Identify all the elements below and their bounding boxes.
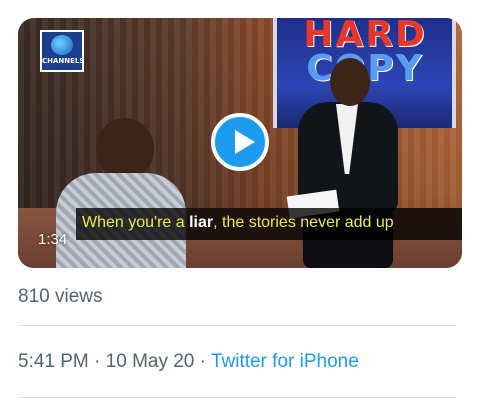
play-button[interactable] xyxy=(211,113,269,171)
meta-separator: · xyxy=(88,351,106,372)
video-duration: 1:34 xyxy=(38,231,68,248)
video-player[interactable]: HARD COPY CHANNELS When you're a liar, t… xyxy=(18,18,462,268)
caption-after: , the stories never add up xyxy=(213,214,394,231)
tweet-date[interactable]: 10 May 20 xyxy=(106,351,195,372)
caption-emphasis: liar xyxy=(189,214,214,231)
view-count: 810 views xyxy=(18,286,103,307)
tweet-time[interactable]: 5:41 PM xyxy=(18,351,89,372)
meta-separator: · xyxy=(194,351,211,372)
divider xyxy=(18,325,456,326)
divider xyxy=(18,397,456,398)
tweet-meta: 5:41 PM · 10 May 20 · Twitter for iPhone xyxy=(18,351,359,373)
channel-name: CHANNELS xyxy=(42,57,85,65)
guest-head xyxy=(96,118,154,180)
play-icon xyxy=(235,130,255,154)
caption-before: When you're a xyxy=(82,214,190,231)
host-head xyxy=(330,58,370,106)
tweet-source-link[interactable]: Twitter for iPhone xyxy=(211,351,359,372)
guest-figure xyxy=(56,118,186,268)
video-caption: When you're a liar, the stories never ad… xyxy=(82,214,394,232)
backdrop-word: HARD xyxy=(303,18,427,55)
channels-logo: CHANNELS xyxy=(40,30,84,72)
globe-icon xyxy=(51,35,73,55)
caption-bar: When you're a liar, the stories never ad… xyxy=(76,208,462,240)
